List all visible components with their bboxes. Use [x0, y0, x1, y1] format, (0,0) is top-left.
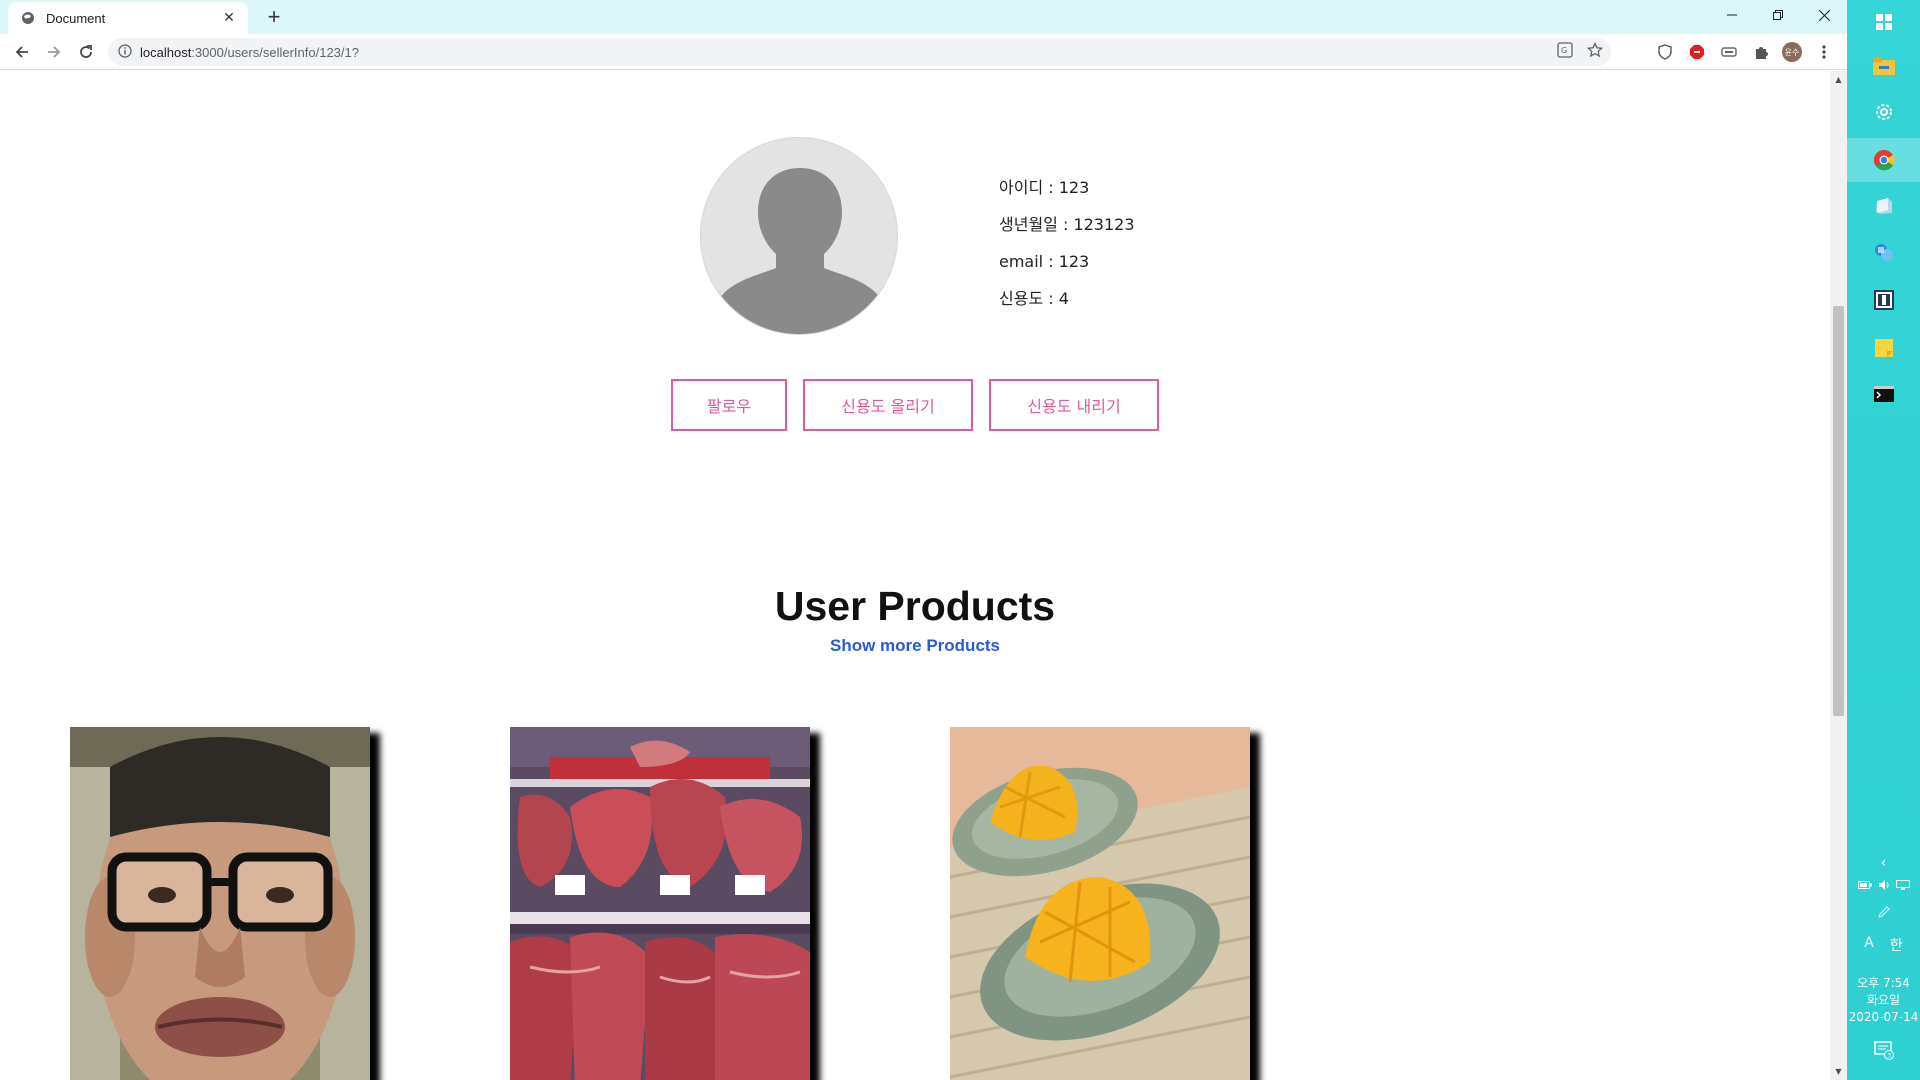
shield-extension-icon[interactable]: [1655, 42, 1675, 62]
scroll-down-icon[interactable]: ▼: [1830, 1063, 1847, 1080]
browser-toolbar: localhost:3000/users/sellerInfo/123/1? G…: [0, 34, 1847, 70]
bookmark-star-icon[interactable]: [1586, 41, 1604, 62]
ime-indicators: A 한: [1847, 935, 1920, 955]
extensions-puzzle-icon[interactable]: [1751, 42, 1771, 62]
tab-strip: Document ✕ +: [0, 0, 1847, 34]
scroll-up-icon[interactable]: ▲: [1830, 71, 1847, 88]
ime-a-indicator[interactable]: A: [1864, 935, 1874, 955]
windows-taskbar: ‹ A 한 오후 7:54 화요일 2020-07-14 3: [1847, 0, 1920, 1080]
file-explorer-icon[interactable]: [1847, 44, 1920, 88]
product-image-glasses-face: [70, 727, 370, 1080]
product-card[interactable]: [70, 727, 370, 1080]
section-title: User Products: [774, 583, 1056, 629]
address-bar[interactable]: localhost:3000/users/sellerInfo/123/1? G: [108, 38, 1611, 66]
profile-avatar-image: [700, 137, 898, 335]
terminal-icon[interactable]: [1847, 372, 1920, 416]
sticky-notes-icon[interactable]: [1847, 326, 1920, 370]
profile-avatar[interactable]: 윤수: [1782, 42, 1802, 62]
url-path: :3000/users/sellerInfo/123/1?: [191, 44, 359, 60]
scroll-thumb[interactable]: [1833, 306, 1844, 716]
seller-credit: 신용도 : 4: [999, 289, 1069, 308]
forward-arrow-icon[interactable]: [42, 40, 66, 64]
notification-center-icon[interactable]: 3: [1847, 1040, 1920, 1060]
info-icon[interactable]: [118, 43, 132, 62]
clock-date: 2020-07-14: [1848, 1010, 1919, 1024]
windows-start-icon[interactable]: [1847, 0, 1920, 44]
person-silhouette-icon: [712, 168, 888, 334]
battery-icon[interactable]: [1857, 880, 1872, 890]
network-monitor-icon[interactable]: [1895, 880, 1910, 890]
follow-button[interactable]: 팔로우: [671, 379, 787, 431]
app-box-icon[interactable]: [1847, 184, 1920, 228]
cast-extension-icon[interactable]: [1719, 42, 1739, 62]
browser-window: Document ✕ + localhost:3000/users/seller…: [0, 0, 1847, 1080]
credit-up-button[interactable]: 신용도 올리기: [803, 379, 973, 431]
ime-han-indicator[interactable]: 한: [1890, 935, 1903, 955]
close-window-icon[interactable]: [1801, 0, 1847, 30]
notification-count: 3: [1887, 1053, 1891, 1060]
product-card[interactable]: [510, 727, 810, 1080]
minimize-icon[interactable]: [1709, 0, 1755, 30]
menu-kebab-icon[interactable]: [1814, 42, 1834, 62]
pen-icon[interactable]: [1847, 905, 1920, 922]
browser-tab-document[interactable]: Document ✕: [8, 2, 248, 34]
chrome-icon[interactable]: [1847, 138, 1920, 182]
translate-icon[interactable]: G: [1557, 42, 1573, 62]
url-host: localhost: [140, 44, 192, 60]
show-more-products-link[interactable]: Show more Products: [0, 636, 1830, 656]
settings-gear-icon[interactable]: [1847, 90, 1920, 134]
reload-icon[interactable]: [74, 40, 98, 64]
clock-day: 화요일: [1866, 993, 1901, 1007]
bracket-app-icon[interactable]: [1847, 278, 1920, 322]
product-card[interactable]: [950, 727, 1250, 1080]
volume-icon[interactable]: [1878, 880, 1890, 890]
globe-icon: [20, 10, 36, 26]
page-scrollbar[interactable]: ▲ ▼: [1830, 71, 1847, 1080]
seller-info: 아이디 : 123 생년월일 : 123123 email : 123 신용도 …: [999, 169, 1135, 317]
omnibox-actions: G: [1557, 41, 1604, 62]
product-image-meat-display: [510, 727, 810, 1080]
tab-title: Document: [46, 10, 106, 26]
seller-id: 아이디 : 123: [999, 178, 1090, 197]
close-tab-icon[interactable]: ✕: [220, 10, 238, 26]
new-tab-button[interactable]: +: [262, 6, 286, 30]
clock-time: 오후 7:54: [1857, 976, 1910, 990]
network-app-icon[interactable]: [1847, 230, 1920, 274]
system-tray-icons: [1847, 880, 1920, 890]
url-text: localhost:3000/users/sellerInfo/123/1?: [140, 45, 359, 60]
clock[interactable]: 오후 7:54 화요일 2020-07-14: [1847, 975, 1920, 1026]
svg-text:G: G: [1561, 46, 1567, 55]
seller-email: email : 123: [999, 252, 1090, 271]
adblock-extension-icon[interactable]: [1687, 42, 1707, 62]
seller-birthdate: 생년월일 : 123123: [999, 215, 1135, 234]
tray-expand-chevron-icon[interactable]: ‹: [1847, 855, 1920, 871]
page-viewport: 아이디 : 123 생년월일 : 123123 email : 123 신용도 …: [0, 71, 1847, 1080]
product-image-mango-plates: [950, 727, 1250, 1080]
credit-down-button[interactable]: 신용도 내리기: [989, 379, 1159, 431]
restore-icon[interactable]: [1755, 0, 1801, 30]
back-arrow-icon[interactable]: [10, 40, 34, 64]
